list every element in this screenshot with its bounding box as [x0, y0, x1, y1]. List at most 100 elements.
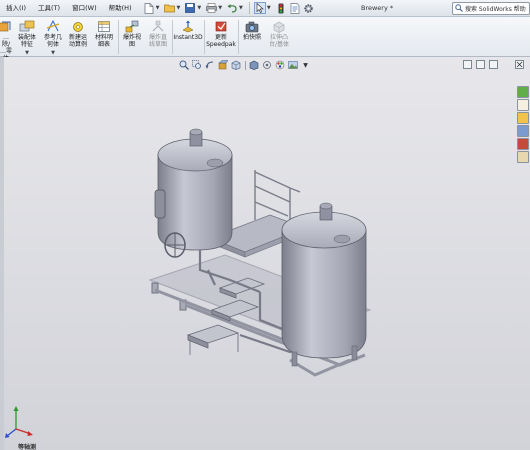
exploded-view-icon	[125, 20, 139, 33]
instant3d-icon	[182, 20, 194, 33]
toolbar-button-reference-geometry[interactable]: 参考几 何体 ▼	[41, 20, 65, 56]
document-title: Brewery *	[361, 4, 394, 12]
menu-tools-key: T	[53, 3, 58, 12]
camera-snapshot-icon	[245, 21, 259, 33]
reference-geometry-dropdown-icon[interactable]: ▼	[51, 50, 55, 56]
toolbar-button-explode-line-sketch-label: 爆炸直 线草图	[148, 34, 167, 48]
menu-insert-label: 插入	[6, 3, 19, 12]
search-icon	[455, 3, 463, 14]
restore-window-icon[interactable]	[476, 60, 485, 69]
undo-dropdown-icon[interactable]: ▼	[239, 5, 243, 11]
file-explorer-icon[interactable]	[517, 112, 529, 124]
select-pointer-icon[interactable]	[253, 2, 266, 14]
new-dropdown-icon[interactable]: ▼	[156, 5, 160, 11]
menu-help-key: H	[124, 3, 130, 12]
toolbar-button-cut[interactable]: …除/ …零 体	[0, 20, 13, 62]
apply-scene-icon[interactable]	[287, 60, 298, 71]
section-view-icon[interactable]	[217, 60, 228, 71]
menu-insert-key: I	[21, 3, 24, 12]
toolbar-button-new-motion-study-label: 新建运 动算例	[68, 34, 87, 48]
toolbar-button-explode-line-sketch: 爆炸直 线草图	[145, 20, 171, 56]
task-pane-tabs	[516, 86, 530, 164]
toolbar-button-extruded-boss: 拉伸凸 台/基体	[265, 20, 293, 56]
update-speedpak-icon	[215, 21, 227, 32]
close-window-icon[interactable]	[515, 60, 524, 69]
file-properties-icon[interactable]	[289, 2, 301, 14]
toolbar-button-bill-of-materials-label: 材料明 细表	[94, 34, 113, 48]
rebuild-traffic-light-icon[interactable]	[275, 2, 287, 14]
brew-kettle-tank	[281, 202, 367, 367]
save-icon[interactable]	[184, 2, 196, 14]
motion-study-icon	[73, 22, 83, 32]
edit-appearance-icon[interactable]	[274, 60, 285, 71]
toolbar-button-take-snapshot-label: 拍快照	[242, 34, 261, 41]
open-dropdown-icon[interactable]: ▼	[176, 5, 180, 11]
zoom-to-fit-icon[interactable]	[178, 60, 189, 71]
help-search-box[interactable]: 搜索 SolidWorks 帮助	[452, 2, 530, 15]
extruded-boss-icon	[273, 21, 285, 33]
cut-icon	[0, 21, 11, 32]
select-dropdown-icon[interactable]: ▼	[267, 5, 271, 11]
toolbar-button-assembly-features[interactable]: 装配体 特征 ▼	[14, 20, 40, 56]
toolbar-separator	[238, 20, 239, 54]
menu-window-label: 窗口	[72, 3, 86, 12]
toolbar-button-exploded-view[interactable]: 爆炸视 图	[120, 20, 144, 56]
command-manager-toolbar: …除/ …零 体 装配体 特征 ▼ 参考几 何体 ▼ 新建运 动算例 材料明 细…	[0, 17, 530, 62]
view-palette-icon[interactable]	[517, 125, 529, 137]
toolbar-button-update-speedpak-label: 更新 Speedpak	[206, 34, 236, 48]
display-style-icon[interactable]	[248, 60, 259, 71]
hud-separator	[245, 60, 246, 70]
toolbar-button-reference-geometry-label: 参考几 何体	[43, 34, 62, 48]
toolbar-separator	[248, 2, 250, 14]
view-orientation-icon[interactable]	[230, 60, 241, 71]
brewery-assembly-model[interactable]	[140, 120, 390, 397]
menu-tools-label: 工具	[38, 3, 52, 12]
toolbar-button-bill-of-materials[interactable]: 材料明 细表	[92, 20, 116, 56]
toolbar-button-assembly-features-label: 装配体 特征	[17, 34, 36, 48]
menu-bar: 插入(I) 工具(T) 窗口(W) 帮助(H) ▼ ▼ ▼ ▼ ▼ ▼	[0, 0, 530, 17]
toolbar-button-new-motion-study[interactable]: 新建运 动算例	[66, 20, 90, 56]
design-library-icon[interactable]	[517, 99, 529, 111]
menu-window[interactable]: 窗口(W)	[66, 0, 103, 17]
zoom-to-area-icon[interactable]	[191, 60, 202, 71]
toolbar-button-exploded-view-label: 爆炸视 图	[122, 34, 141, 48]
undo-icon[interactable]	[226, 2, 238, 14]
search-placeholder: 搜索 SolidWorks 帮助	[465, 6, 526, 13]
assembly-features-dropdown-icon[interactable]: ▼	[25, 50, 29, 56]
menu-window-key: W	[87, 3, 95, 12]
reference-geometry-icon	[46, 20, 60, 32]
new-document-icon[interactable]	[143, 2, 155, 14]
toolbar-button-update-speedpak[interactable]: 更新 Speedpak	[205, 20, 237, 56]
print-icon[interactable]	[205, 2, 217, 14]
hide-show-items-icon[interactable]	[261, 60, 272, 71]
previous-view-icon[interactable]	[204, 60, 215, 71]
view-settings-dropdown-icon[interactable]: ▼	[300, 60, 311, 71]
print-dropdown-icon[interactable]: ▼	[218, 5, 222, 11]
quick-access-toolbar: ▼ ▼ ▼ ▼ ▼ ▼	[142, 0, 316, 17]
save-dropdown-icon[interactable]: ▼	[197, 5, 201, 11]
menu-insert[interactable]: 插入(I)	[0, 0, 32, 17]
maximize-window-icon[interactable]	[489, 60, 498, 69]
toolbar-button-instant3d-label: Instant3D	[173, 34, 203, 41]
menu-tools[interactable]: 工具(T)	[32, 0, 66, 17]
tile-window-icon[interactable]	[463, 60, 472, 69]
appearances-scenes-icon[interactable]	[517, 138, 529, 150]
feature-manager-collapsed-edge[interactable]	[0, 57, 4, 450]
explode-line-sketch-icon	[152, 20, 164, 32]
toolbar-button-extruded-boss-label: 拉伸凸 台/基体	[268, 34, 290, 48]
reference-triad	[5, 405, 35, 442]
menu-help[interactable]: 帮助(H)	[103, 0, 138, 17]
assembly-features-icon	[19, 20, 35, 32]
heads-up-view-toolbar: ▼	[178, 59, 313, 71]
options-gear-icon[interactable]	[303, 2, 315, 14]
toolbar-button-take-snapshot[interactable]: 拍快照	[240, 20, 264, 56]
bill-of-materials-icon	[98, 21, 110, 32]
open-folder-icon[interactable]	[163, 2, 175, 14]
toolbar-button-instant3d[interactable]: Instant3D	[173, 20, 203, 56]
view-orientation-label: 等轴测	[18, 444, 37, 450]
menu-help-label: 帮助	[108, 3, 122, 12]
solidworks-resources-icon[interactable]	[517, 86, 529, 98]
custom-properties-icon[interactable]	[517, 151, 529, 163]
mash-tun-tank	[154, 128, 233, 258]
toolbar-separator	[118, 20, 119, 54]
